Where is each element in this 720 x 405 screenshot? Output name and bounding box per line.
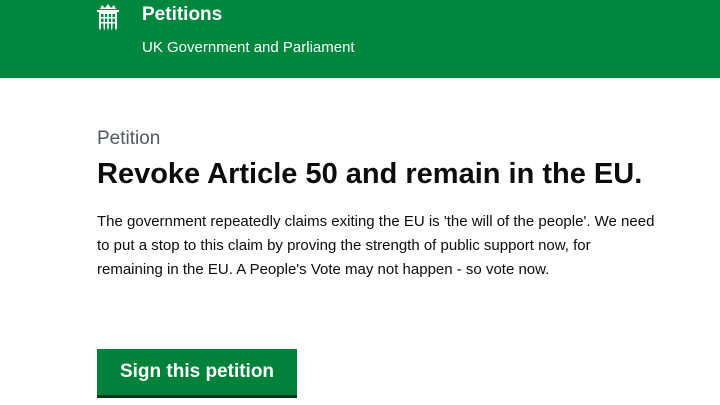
petition-title: Revoke Article 50 and remain in the EU. [97, 158, 643, 190]
petition-description: The government repeatedly claims exiting… [97, 213, 655, 278]
petition-content: Petition Revoke Article 50 and remain in… [97, 127, 677, 282]
site-subtitle: UK Government and Parliament [142, 39, 355, 56]
site-header: Petitions UK Government and Parliament [0, 0, 720, 78]
page-caption: Petition [97, 128, 161, 149]
site-title-link[interactable]: Petitions [142, 4, 222, 26]
portcullis-icon[interactable] [94, 3, 122, 31]
sign-petition-button[interactable]: Sign this petition [97, 349, 297, 395]
